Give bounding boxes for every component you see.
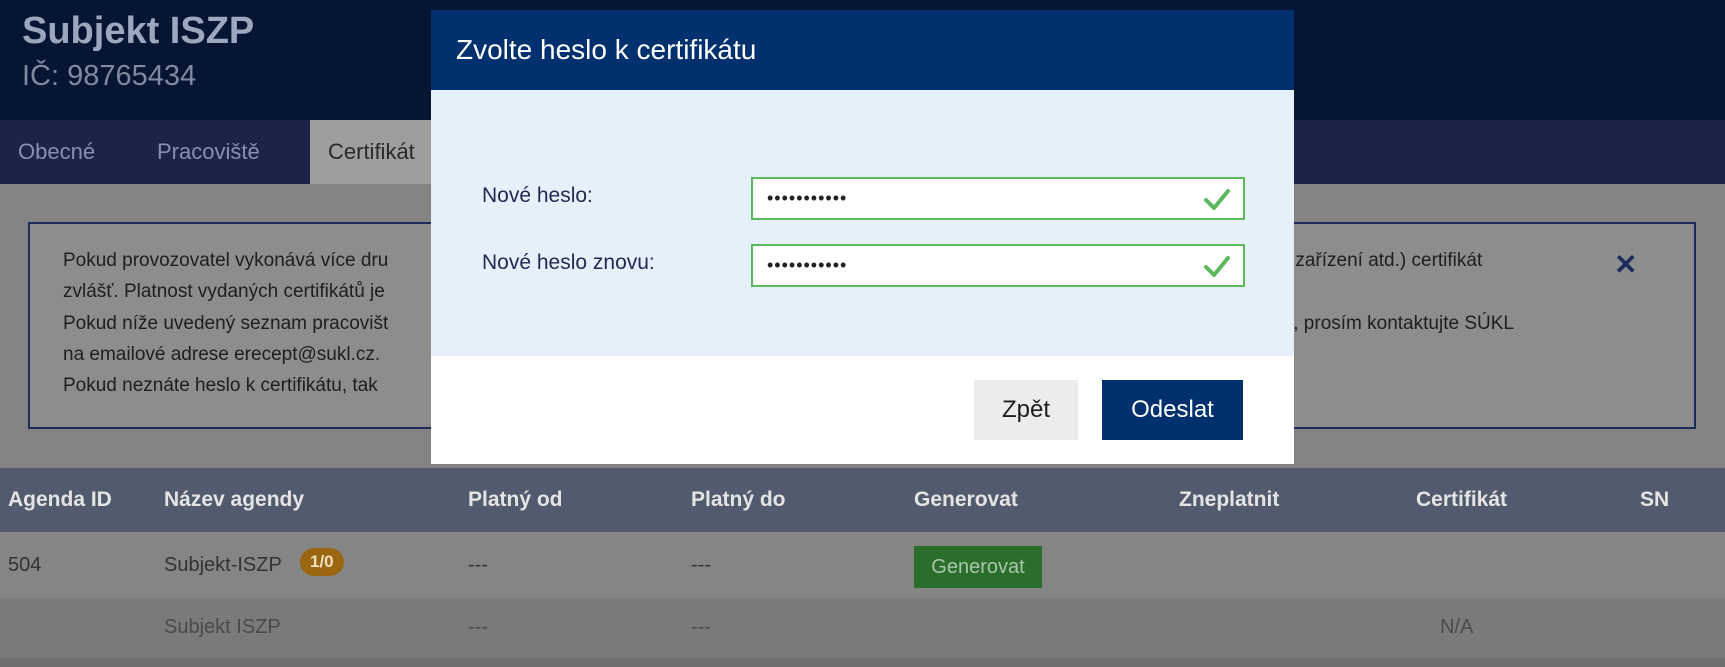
col-invalidate: Zneplatnit — [1179, 488, 1280, 511]
generate-button[interactable]: Generovat — [914, 546, 1042, 588]
info-line-4: na emailové adrese erecept@sukl.cz. — [63, 344, 381, 365]
submit-button[interactable]: Odeslat — [1102, 380, 1243, 440]
password-dialog: Zvolte heslo k certifikátu Nové heslo: N… — [431, 10, 1294, 464]
count-badge: 1/0 — [300, 548, 344, 576]
repeat-password-field-wrapper — [751, 244, 1245, 287]
col-agenda-id: Agenda ID — [8, 488, 112, 511]
info-line-1-tail: ké zařízení atd.) certifikát — [1270, 250, 1483, 271]
repeat-password-label: Nové heslo znovu: — [482, 251, 655, 274]
table-row: Subjekt ISZP --- --- N/A — [0, 598, 1725, 658]
check-icon — [1204, 189, 1230, 210]
info-line-2: zvlášť. Platnost vydaných certifikátů je — [63, 281, 385, 302]
col-sn: SN — [1640, 488, 1670, 511]
cell-certificate: N/A — [1440, 616, 1474, 638]
dialog-body: Nové heslo: Nové heslo znovu: — [431, 90, 1294, 356]
page-title: Subjekt ISZP — [22, 10, 255, 52]
info-line-5: Pokud neznáte heslo k certifikátu, tak — [63, 375, 378, 396]
cell-valid-to: --- — [691, 616, 711, 638]
check-icon — [1204, 256, 1230, 277]
cell-valid-from: --- — [468, 616, 488, 638]
col-valid-to: Platný do — [691, 488, 786, 511]
close-icon[interactable]: ✕ — [1614, 248, 1637, 281]
new-password-field[interactable] — [767, 179, 1187, 218]
info-line-3: Pokud níže uvedený seznam pracovišt — [63, 313, 389, 334]
cell-agenda-name: Subjekt ISZP — [164, 616, 281, 638]
repeat-password-field[interactable] — [767, 246, 1187, 285]
info-line-1: Pokud provozovatel vykonává více dru — [63, 250, 389, 271]
dialog-title: Zvolte heslo k certifikátu — [456, 34, 757, 65]
col-agenda-name: Název agendy — [164, 488, 305, 511]
tab-general[interactable]: Obecné — [18, 120, 95, 184]
cell-valid-to: --- — [691, 554, 711, 576]
col-valid-from: Platný od — [468, 488, 563, 511]
dialog-header: Zvolte heslo k certifikátu — [431, 10, 1294, 90]
tab-certificate[interactable]: Certifikát — [310, 120, 433, 184]
back-button[interactable]: Zpět — [974, 380, 1078, 440]
table-row: 504 Subjekt-ISZP 1/0 --- --- Generovat — [0, 532, 1725, 598]
col-generate: Generovat — [914, 488, 1018, 511]
cell-agenda-id: 504 — [8, 554, 42, 576]
cell-agenda-name: Subjekt-ISZP — [164, 554, 282, 576]
table-row — [0, 658, 1725, 667]
company-id: IČ: 98765434 — [22, 60, 197, 92]
col-certificate: Certifikát — [1416, 488, 1508, 511]
table-header: Agenda ID Název agendy Platný od Platný … — [0, 468, 1725, 532]
info-line-3-tail: KL, prosím kontaktujte SÚKL — [1270, 313, 1514, 334]
cell-valid-from: --- — [468, 554, 488, 576]
new-password-field-wrapper — [751, 177, 1245, 220]
tab-workplace[interactable]: Pracoviště — [157, 120, 260, 184]
new-password-label: Nové heslo: — [482, 184, 593, 207]
